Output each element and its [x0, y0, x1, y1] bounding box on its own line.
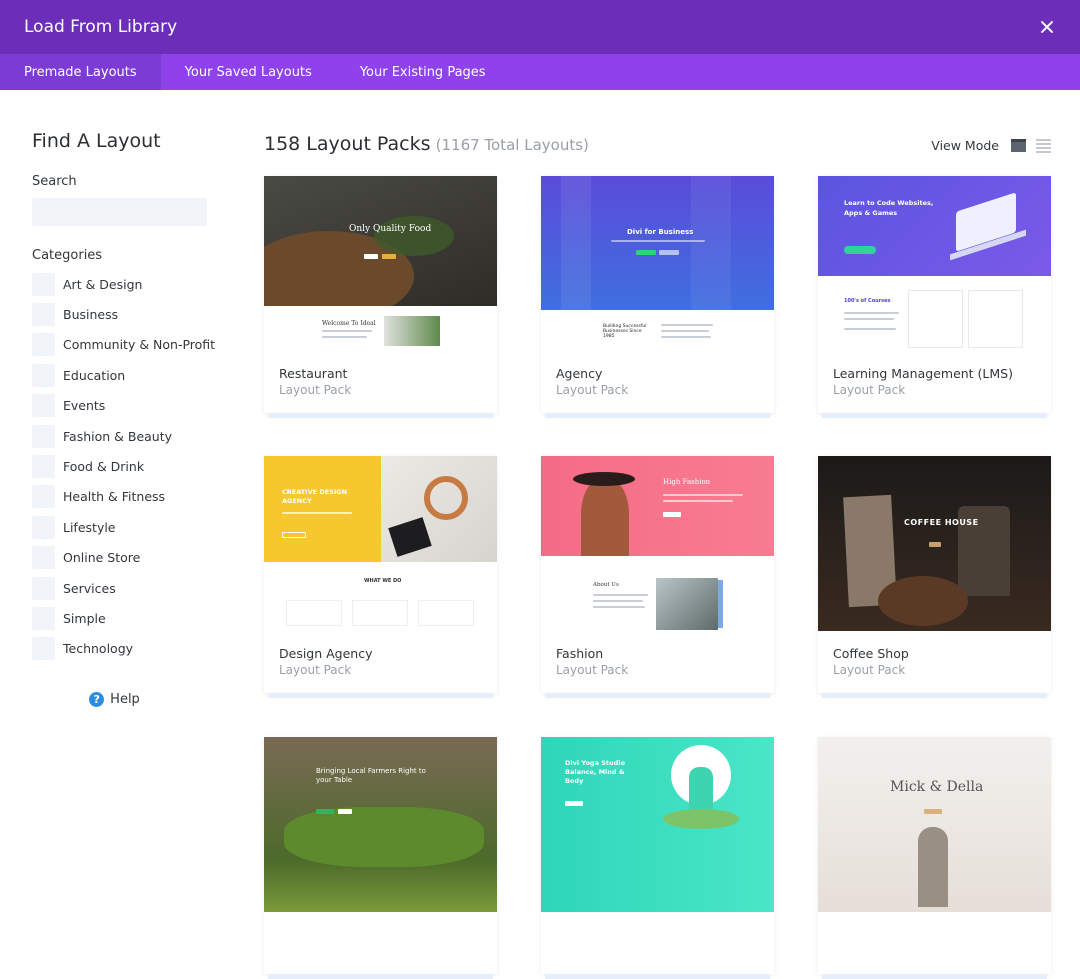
tab-bar: Premade Layouts Your Saved Layouts Your … — [0, 54, 1080, 90]
thumb-subheadline: Building Successful Businesses Since 198… — [603, 324, 647, 339]
checkbox[interactable] — [32, 394, 55, 418]
checkbox[interactable] — [32, 424, 55, 448]
checkbox[interactable] — [32, 363, 55, 387]
thumb-headline: Divi Yoga Studio Balance, Mind & Body — [565, 759, 625, 785]
category-online-store[interactable]: Online Store — [32, 543, 217, 573]
card-title: Agency — [556, 366, 603, 381]
total-layouts: (1167 Total Layouts) — [435, 136, 589, 154]
results-header: 158 Layout Packs (1167 Total Layouts) Vi… — [264, 130, 1051, 155]
layout-card-yoga[interactable]: Divi Yoga Studio Balance, Mind & Body — [541, 737, 774, 979]
thumb-headline: CREATIVE DESIGN AGENCY — [282, 488, 348, 505]
checkbox[interactable] — [32, 606, 55, 630]
card-thumbnail: High Fashion About Us — [541, 456, 774, 631]
category-food-drink[interactable]: Food & Drink — [32, 451, 217, 481]
search-label: Search — [32, 174, 77, 189]
thumb-subheadline: 100's of Courses — [844, 298, 891, 304]
category-art-design[interactable]: Art & Design — [32, 269, 217, 299]
category-simple[interactable]: Simple — [32, 603, 217, 633]
modal-title: Load From Library — [24, 17, 178, 37]
category-services[interactable]: Services — [32, 573, 217, 603]
tab-saved-layouts[interactable]: Your Saved Layouts — [161, 54, 336, 90]
view-mode-label: View Mode — [931, 138, 999, 153]
help-label: Help — [110, 692, 140, 708]
thumb-subheadline: WHAT WE DO — [364, 578, 402, 584]
layout-card-wedding[interactable]: Mick & Della — [818, 737, 1051, 979]
thumb-headline: COFFEE HOUSE — [904, 518, 979, 527]
layout-card-agency[interactable]: Divi for Business Building Successful Bu… — [541, 176, 774, 418]
card-thumbnail: Mick & Della — [818, 737, 1051, 912]
card-thumbnail: CREATIVE DESIGN AGENCY WHAT WE DO — [264, 456, 497, 631]
checkbox[interactable] — [32, 546, 55, 570]
card-title: Design Agency — [279, 646, 373, 661]
categories-label: Categories — [32, 248, 103, 263]
category-education[interactable]: Education — [32, 360, 217, 390]
card-title: Coffee Shop — [833, 646, 909, 661]
category-lifestyle[interactable]: Lifestyle — [32, 512, 217, 542]
card-subtitle: Layout Pack — [556, 383, 629, 397]
thumb-headline: Mick & Della — [890, 779, 984, 795]
sidebar-heading: Find A Layout — [32, 130, 161, 152]
card-thumbnail: Divi for Business Building Successful Bu… — [541, 176, 774, 351]
tab-premade-layouts[interactable]: Premade Layouts — [0, 54, 161, 90]
checkbox[interactable] — [32, 455, 55, 479]
thumb-subheadline: About Us — [593, 582, 619, 588]
category-community[interactable]: Community & Non-Profit — [32, 330, 217, 360]
card-thumbnail: Bringing Local Farmers Right to your Tab… — [264, 737, 497, 912]
card-title: Restaurant — [279, 366, 348, 381]
checkbox[interactable] — [32, 637, 55, 661]
thumb-headline: Bringing Local Farmers Right to your Tab… — [316, 767, 426, 784]
card-subtitle: Layout Pack — [833, 663, 906, 677]
thumb-headline: Learn to Code Websites, Apps & Games — [844, 199, 934, 217]
card-thumbnail: Divi Yoga Studio Balance, Mind & Body — [541, 737, 774, 912]
list-view-icon[interactable] — [1036, 138, 1051, 153]
card-title: Fashion — [556, 646, 604, 661]
layout-card-coffee-shop[interactable]: COFFEE HOUSE Coffee Shop Layout Pack — [818, 456, 1051, 698]
help-link[interactable]: ? Help — [32, 692, 197, 708]
thumb-headline: Only Quality Food — [349, 224, 432, 234]
checkbox[interactable] — [32, 333, 55, 357]
results-count: 158 Layout Packs (1167 Total Layouts) — [264, 133, 589, 155]
card-subtitle: Layout Pack — [833, 383, 906, 397]
category-events[interactable]: Events — [32, 391, 217, 421]
checkbox[interactable] — [32, 576, 55, 600]
thumb-headline: Divi for Business — [627, 228, 694, 236]
tab-existing-pages[interactable]: Your Existing Pages — [336, 54, 510, 90]
pack-count: 158 Layout Packs — [264, 133, 431, 155]
checkbox[interactable] — [32, 515, 55, 539]
search-input[interactable] — [32, 198, 207, 226]
card-thumbnail: Only Quality Food Welcome To Ideal — [264, 176, 497, 351]
card-subtitle: Layout Pack — [556, 663, 629, 677]
checkbox[interactable] — [32, 303, 55, 327]
card-subtitle: Layout Pack — [279, 383, 352, 397]
card-subtitle: Layout Pack — [279, 663, 352, 677]
category-business[interactable]: Business — [32, 299, 217, 329]
category-fashion-beauty[interactable]: Fashion & Beauty — [32, 421, 217, 451]
layout-browser: 158 Layout Packs (1167 Total Layouts) Vi… — [264, 90, 1051, 979]
card-thumbnail: COFFEE HOUSE — [818, 456, 1051, 631]
grid-view-icon[interactable] — [1011, 139, 1026, 152]
checkbox[interactable] — [32, 485, 55, 509]
card-title: Learning Management (LMS) — [833, 366, 1013, 381]
layout-card-restaurant[interactable]: Only Quality Food Welcome To Ideal Resta… — [264, 176, 497, 418]
question-icon: ? — [89, 692, 105, 708]
filter-sidebar: Find A Layout Search Categories Art & De… — [32, 90, 217, 708]
checkbox[interactable] — [32, 272, 55, 296]
category-health-fitness[interactable]: Health & Fitness — [32, 482, 217, 512]
layout-card-design-agency[interactable]: CREATIVE DESIGN AGENCY WHAT WE DO Design… — [264, 456, 497, 698]
category-technology[interactable]: Technology — [32, 634, 217, 664]
card-thumbnail: Learn to Code Websites, Apps & Games 100… — [818, 176, 1051, 351]
modal-header: Load From Library — [0, 0, 1080, 54]
layout-card-lms[interactable]: Learn to Code Websites, Apps & Games 100… — [818, 176, 1051, 418]
layout-card-farmers[interactable]: Bringing Local Farmers Right to your Tab… — [264, 737, 497, 979]
layout-card-fashion[interactable]: High Fashion About Us Fashion Layout Pac… — [541, 456, 774, 698]
view-mode-toggle: View Mode — [931, 138, 1051, 153]
category-list: Art & Design Business Community & Non-Pr… — [32, 269, 217, 664]
close-icon[interactable] — [1038, 18, 1056, 36]
thumb-subheadline: Welcome To Ideal — [322, 320, 376, 327]
thumb-headline: High Fashion — [663, 478, 711, 486]
